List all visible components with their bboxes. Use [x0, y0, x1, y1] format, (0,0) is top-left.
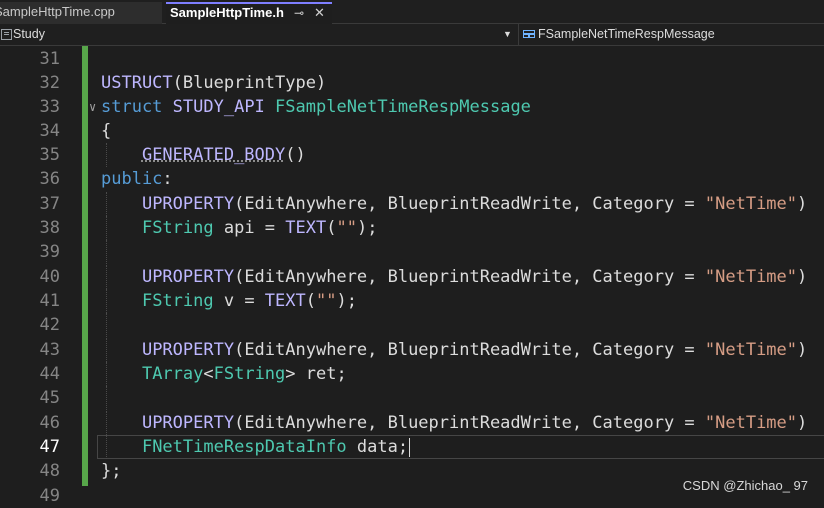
indent-guide — [106, 386, 107, 410]
code-text: USTRUCT(BlueprintType) — [101, 73, 327, 93]
tab-samplehttptime-h[interactable]: SampleHttpTime.h ⊸ ✕ — [166, 2, 332, 24]
line-number: 36 — [39, 169, 60, 189]
line-number: 45 — [39, 388, 60, 408]
line-number: 44 — [39, 364, 60, 384]
code-line: 42 — [0, 313, 824, 337]
code-text: FString v = TEXT(""); — [141, 291, 357, 311]
line-number: 34 — [39, 121, 60, 141]
code-line: 43 UPROPERTY(EditAnywhere, BlueprintRead… — [0, 338, 824, 362]
tab-samplehttptime-cpp[interactable]: SampleHttpTime.cpp — [0, 2, 162, 24]
code-text: UPROPERTY(EditAnywhere, BlueprintReadWri… — [141, 340, 808, 360]
project-icon — [1, 29, 12, 40]
code-text: struct STUDY_API FSampleNetTimeRespMessa… — [101, 97, 531, 117]
indent-guide — [106, 240, 107, 264]
code-line: 33 ∨ struct STUDY_API FSampleNetTimeResp… — [0, 95, 824, 119]
code-text: FString api = TEXT(""); — [141, 218, 378, 238]
code-text: UPROPERTY(EditAnywhere, BlueprintReadWri… — [141, 413, 808, 433]
document-tab-bar: SampleHttpTime.cpp SampleHttpTime.h ⊸ ✕ — [0, 0, 824, 24]
project-label: Study — [13, 27, 45, 41]
line-number: 35 — [39, 145, 60, 165]
code-line: 34 { — [0, 119, 824, 143]
line-number: 39 — [39, 242, 60, 262]
close-icon[interactable]: ✕ — [314, 4, 325, 22]
chevron-down-icon: ▼ — [503, 29, 512, 39]
scope-dropdown[interactable]: FSampleNetTimeRespMessage — [518, 24, 824, 45]
text-cursor — [409, 437, 411, 457]
code-text: UPROPERTY(EditAnywhere, BlueprintReadWri… — [141, 267, 808, 287]
code-line: 35 GENERATED_BODY() — [0, 143, 824, 167]
code-text: public: — [101, 169, 173, 189]
navigation-bar: Study ▼ FSampleNetTimeRespMessage — [0, 24, 824, 46]
line-number: 38 — [39, 218, 60, 238]
line-number: 48 — [39, 461, 60, 481]
line-number: 31 — [39, 49, 60, 69]
code-text: UPROPERTY(EditAnywhere, BlueprintReadWri… — [141, 194, 808, 214]
code-line: 45 — [0, 386, 824, 410]
code-line-current: 47 FNetTimeRespDataInfo data; — [0, 435, 824, 459]
struct-icon — [523, 30, 535, 38]
code-text: TArray<FString> ret; — [141, 364, 347, 384]
tab-label: SampleHttpTime.h — [170, 5, 284, 20]
line-number: 49 — [39, 486, 60, 506]
line-number: 40 — [39, 267, 60, 287]
watermark: CSDN @Zhichao_ 97 — [682, 478, 808, 493]
line-number: 32 — [39, 73, 60, 93]
tab-label: SampleHttpTime.cpp — [0, 4, 115, 19]
code-line: 31 — [0, 47, 824, 71]
code-line: 40 UPROPERTY(EditAnywhere, BlueprintRead… — [0, 265, 824, 289]
code-text: { — [101, 121, 112, 141]
code-line: 46 UPROPERTY(EditAnywhere, BlueprintRead… — [0, 411, 824, 435]
line-number: 41 — [39, 291, 60, 311]
line-number: 37 — [39, 194, 60, 214]
pin-icon[interactable]: ⊸ — [294, 4, 304, 22]
code-text: GENERATED_BODY() — [141, 145, 306, 165]
line-number: 46 — [39, 413, 60, 433]
code-line: 39 — [0, 240, 824, 264]
code-text: }; — [101, 461, 122, 481]
code-line: 32 USTRUCT(BlueprintType) — [0, 71, 824, 95]
code-line: 38 FString api = TEXT(""); — [0, 216, 824, 240]
code-line: 36 public: — [0, 167, 824, 191]
line-number: 43 — [39, 340, 60, 360]
project-dropdown[interactable]: Study ▼ — [0, 24, 514, 45]
code-editor[interactable]: 31 32 USTRUCT(BlueprintType) 33 ∨ struct… — [0, 46, 824, 506]
code-line: 41 FString v = TEXT(""); — [0, 289, 824, 313]
line-number: 42 — [39, 315, 60, 335]
fold-toggle-icon[interactable]: ∨ — [89, 95, 96, 119]
code-line: 37 UPROPERTY(EditAnywhere, BlueprintRead… — [0, 192, 824, 216]
code-line: 44 TArray<FString> ret; — [0, 362, 824, 386]
line-number: 47 — [39, 437, 60, 457]
scope-label: FSampleNetTimeRespMessage — [538, 27, 715, 41]
indent-guide — [106, 313, 107, 337]
code-text: FNetTimeRespDataInfo data; — [141, 437, 411, 457]
line-number: 33 — [39, 97, 60, 117]
